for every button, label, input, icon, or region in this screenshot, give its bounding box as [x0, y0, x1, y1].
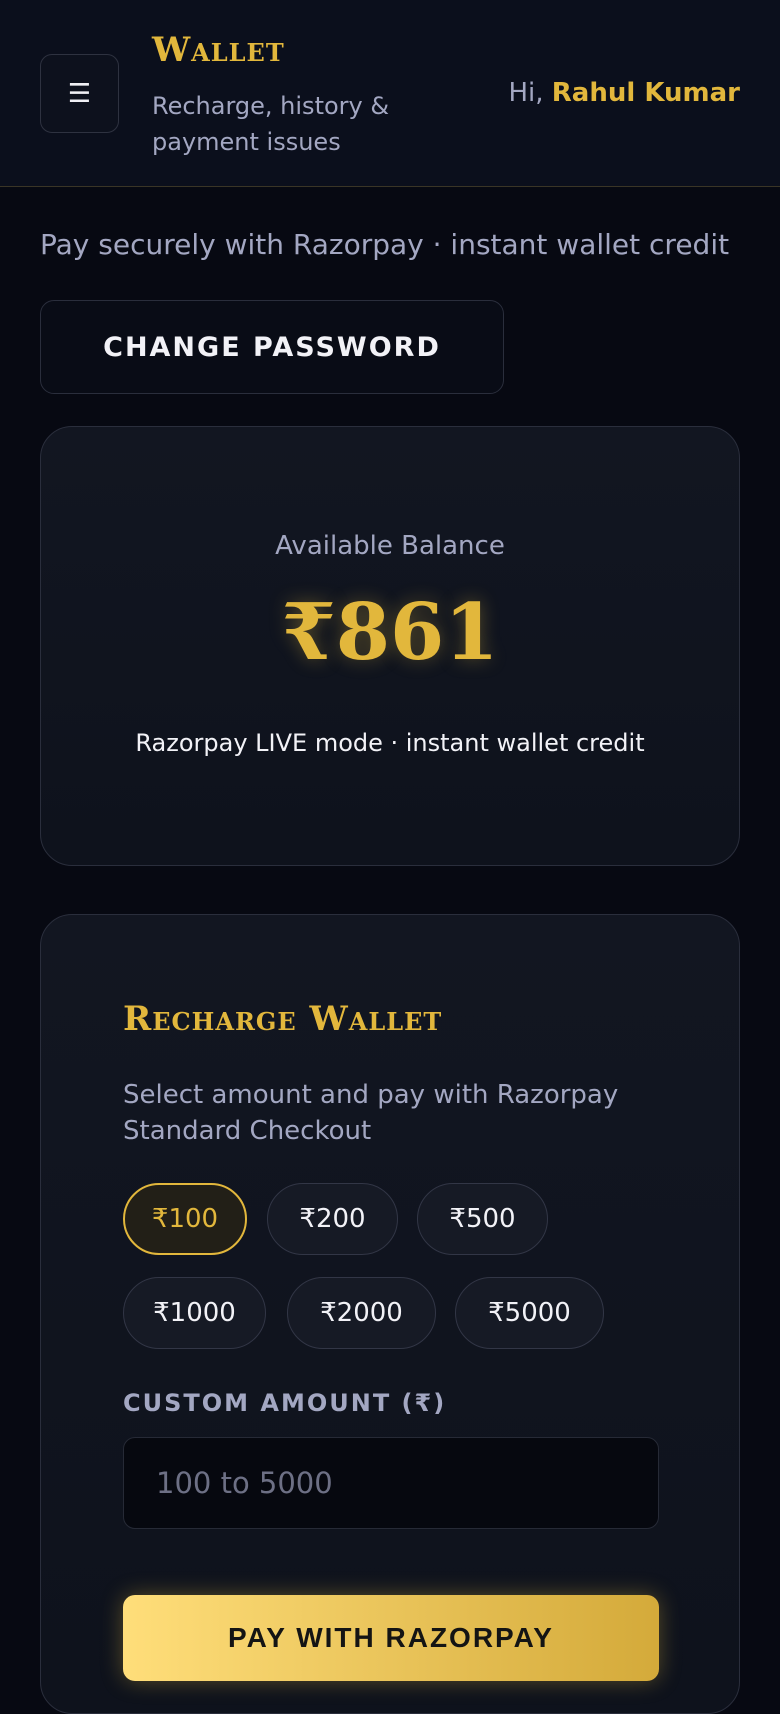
payment-tagline: Pay securely with Razorpay · instant wal…: [40, 228, 730, 261]
recharge-title: Recharge Wallet: [123, 999, 443, 1039]
page-subtitle: Recharge, history & payment issues: [152, 92, 390, 156]
custom-amount-label: CUSTOM AMOUNT (₹): [123, 1389, 447, 1417]
user-name: Rahul Kumar: [551, 78, 740, 108]
balance-label: Available Balance: [275, 531, 505, 561]
change-password-button[interactable]: CHANGE PASSWORD: [40, 300, 504, 394]
amount-chip-1000[interactable]: ₹1000: [123, 1277, 266, 1349]
amount-chip-100[interactable]: ₹100: [123, 1183, 247, 1255]
amount-chip-5000[interactable]: ₹5000: [455, 1277, 604, 1349]
balance-card: Available Balance ₹861 Razorpay LIVE mod…: [40, 426, 740, 866]
recharge-card: Recharge Wallet Select amount and pay wi…: [40, 914, 740, 1714]
balance-note: Razorpay LIVE mode · instant wallet cred…: [135, 729, 645, 757]
menu-button[interactable]: ☰: [40, 54, 119, 133]
pay-with-razorpay-button[interactable]: PAY WITH RAZORPAY: [123, 1595, 659, 1681]
hamburger-menu-icon: ☰: [67, 78, 92, 109]
user-greeting: Hi, Rahul Kumar: [508, 78, 740, 108]
app-header: ☰ Wallet Recharge, history & payment iss…: [0, 0, 780, 187]
recharge-subtitle: Select amount and pay with Razorpay Stan…: [123, 1080, 619, 1146]
amount-chip-500[interactable]: ₹500: [417, 1183, 548, 1255]
page-title: Wallet: [152, 30, 285, 70]
amount-chip-2000[interactable]: ₹2000: [287, 1277, 436, 1349]
custom-amount-input[interactable]: [123, 1437, 659, 1529]
balance-amount: ₹861: [281, 587, 499, 678]
amount-chip-200[interactable]: ₹200: [267, 1183, 398, 1255]
greeting-prefix: Hi,: [508, 78, 552, 108]
